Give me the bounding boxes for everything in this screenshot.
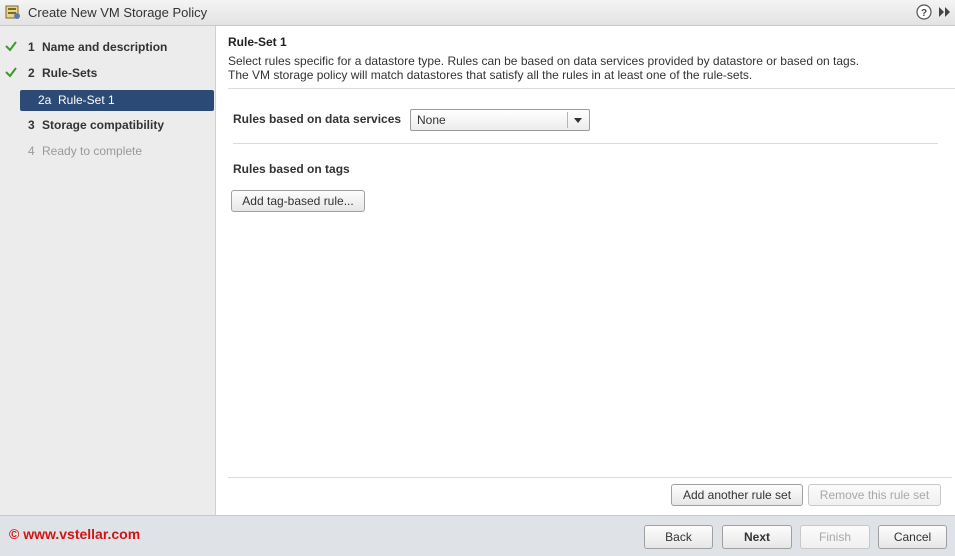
step-rule-sets[interactable]: 2 Rule-Sets bbox=[0, 63, 214, 85]
step-label: Storage compatibility bbox=[42, 118, 165, 132]
back-button[interactable]: Back bbox=[644, 525, 713, 549]
wizard-footer: © www.vstellar.com Back Next Finish Canc… bbox=[0, 515, 955, 556]
data-services-label: Rules based on data services bbox=[233, 112, 402, 126]
step-label: Name and description bbox=[42, 40, 168, 54]
data-services-select[interactable]: None bbox=[410, 109, 590, 131]
check-icon bbox=[4, 39, 18, 53]
finish-button: Finish bbox=[800, 525, 870, 549]
divider bbox=[567, 112, 568, 128]
step-name-and-description[interactable]: 1 Name and description bbox=[0, 37, 214, 59]
page-title: Rule-Set 1 bbox=[228, 35, 287, 49]
remove-rule-set-button: Remove this rule set bbox=[808, 484, 941, 506]
window-title: Create New VM Storage Policy bbox=[28, 5, 208, 20]
step-number: 3 bbox=[28, 118, 35, 132]
description-line-2: The VM storage policy will match datasto… bbox=[228, 68, 753, 82]
step-label: Rule-Sets bbox=[42, 66, 98, 80]
add-another-rule-set-button[interactable]: Add another rule set bbox=[671, 484, 803, 506]
title-bar: Create New VM Storage Policy ? bbox=[0, 0, 955, 26]
divider bbox=[233, 143, 938, 144]
step-label: Rule-Set 1 bbox=[58, 93, 115, 107]
dropdown-arrow-icon bbox=[574, 118, 582, 123]
step-storage-compatibility[interactable]: 3 Storage compatibility bbox=[0, 115, 214, 137]
add-tag-based-rule-button[interactable]: Add tag-based rule... bbox=[231, 190, 365, 212]
tags-label: Rules based on tags bbox=[233, 162, 350, 176]
svg-text:?: ? bbox=[921, 8, 927, 19]
cancel-button[interactable]: Cancel bbox=[878, 525, 947, 549]
step-number: 4 bbox=[28, 144, 35, 158]
step-ready-to-complete: 4 Ready to complete bbox=[0, 141, 214, 163]
rule-set-panel: Rule-Set 1 Select rules specific for a d… bbox=[216, 26, 955, 515]
next-button[interactable]: Next bbox=[722, 525, 792, 549]
policy-app-icon bbox=[5, 4, 21, 20]
step-number: 2 bbox=[28, 66, 35, 80]
step-number: 2a bbox=[38, 93, 52, 107]
expand-icon[interactable] bbox=[938, 6, 952, 21]
divider bbox=[228, 88, 955, 89]
help-icon[interactable]: ? bbox=[916, 4, 932, 20]
check-icon bbox=[4, 65, 18, 79]
step-label: Ready to complete bbox=[42, 144, 143, 158]
data-services-value: None bbox=[417, 113, 446, 127]
divider bbox=[228, 477, 952, 478]
step-rule-set-1[interactable]: 2a Rule-Set 1 bbox=[20, 90, 214, 111]
step-number: 1 bbox=[28, 40, 35, 54]
description-line-1: Select rules specific for a datastore ty… bbox=[228, 54, 860, 68]
copyright-watermark: © www.vstellar.com bbox=[9, 526, 141, 542]
wizard-steps-sidebar: 1 Name and description 2 Rule-Sets 2a Ru… bbox=[0, 26, 216, 515]
